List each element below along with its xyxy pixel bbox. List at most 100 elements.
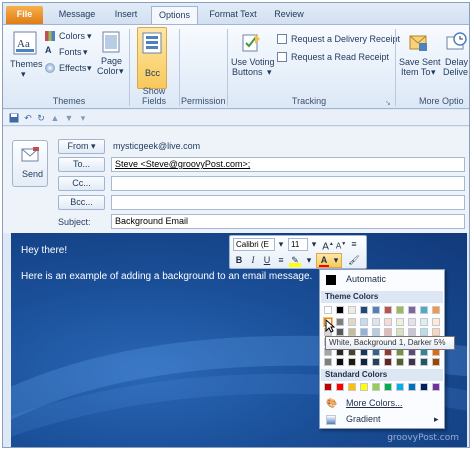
tab-file[interactable]: File xyxy=(6,6,43,24)
effects-button[interactable]: Effects ▾ xyxy=(45,61,95,75)
standard-color-swatch[interactable] xyxy=(372,383,380,391)
theme-shade-swatch[interactable] xyxy=(360,358,368,366)
theme-shade-swatch[interactable] xyxy=(372,328,380,336)
tab-insert[interactable]: Insert xyxy=(107,6,145,24)
standard-color-swatch[interactable] xyxy=(408,383,416,391)
page-color-button[interactable]: Page Color ▾ xyxy=(97,29,125,85)
theme-color-swatch[interactable] xyxy=(372,306,380,314)
dialog-launcher-icon[interactable]: ↘ xyxy=(385,99,391,107)
font-color-button[interactable]: A ▾ xyxy=(316,253,342,268)
standard-color-swatch[interactable] xyxy=(336,383,344,391)
theme-shade-swatch[interactable] xyxy=(384,358,392,366)
save-icon[interactable] xyxy=(9,113,19,123)
standard-color-swatch[interactable] xyxy=(360,383,368,391)
use-voting-buttons[interactable]: Use Voting Buttons ▾ xyxy=(229,29,275,89)
underline-icon[interactable]: U xyxy=(261,254,273,267)
theme-shade-swatch[interactable] xyxy=(348,318,356,326)
theme-shade-swatch[interactable] xyxy=(420,318,428,326)
theme-shade-swatch[interactable] xyxy=(432,358,440,366)
theme-shade-swatch[interactable] xyxy=(348,328,356,336)
theme-color-swatch[interactable] xyxy=(396,306,404,314)
bcc-field-button[interactable]: Bcc... xyxy=(58,195,105,210)
theme-shade-swatch[interactable] xyxy=(396,318,404,326)
theme-shade-swatch[interactable] xyxy=(384,318,392,326)
theme-color-swatch[interactable] xyxy=(408,306,416,314)
checkbox[interactable] xyxy=(277,34,287,44)
to-button[interactable]: To... xyxy=(58,157,105,172)
theme-shade-swatch[interactable] xyxy=(336,328,344,336)
theme-shade-swatch[interactable] xyxy=(324,358,332,366)
checkbox[interactable] xyxy=(277,52,287,62)
bcc-field[interactable] xyxy=(111,195,465,210)
format-painter-icon[interactable]: 🖌 xyxy=(348,254,360,267)
bold-icon[interactable]: B xyxy=(233,254,245,267)
theme-shade-swatch[interactable] xyxy=(336,318,344,326)
theme-shade-swatch[interactable] xyxy=(408,358,416,366)
customize-chevron-icon[interactable]: ▾ xyxy=(78,113,88,123)
grow-font-icon[interactable]: A▲ xyxy=(322,238,334,252)
highlight-icon[interactable]: ✎ xyxy=(289,254,301,267)
tab-options[interactable]: Options xyxy=(151,6,198,24)
up-arrow-icon[interactable]: ▲ xyxy=(50,113,60,123)
theme-color-swatch[interactable] xyxy=(420,306,428,314)
fonts-button[interactable]: A Fonts ▾ xyxy=(45,45,95,59)
theme-shade-swatch[interactable] xyxy=(372,318,380,326)
redo-icon[interactable]: ↻ xyxy=(36,113,46,123)
font-name-box[interactable]: Calibri (E xyxy=(233,238,275,251)
standard-color-swatch[interactable] xyxy=(384,383,392,391)
cc-button[interactable]: Cc... xyxy=(58,176,105,191)
read-receipt-checkbox[interactable]: Request a Read Receipt xyxy=(277,51,397,65)
theme-shade-swatch[interactable] xyxy=(396,328,404,336)
tab-format-text[interactable]: Format Text xyxy=(205,6,261,24)
more-colors-item[interactable]: 🎨 More Colors... xyxy=(322,396,443,411)
theme-shade-swatch[interactable] xyxy=(396,358,404,366)
italic-icon[interactable]: I xyxy=(247,254,259,267)
save-sent-item-button[interactable]: Save Sent Item To ▾ xyxy=(397,29,441,89)
theme-shade-swatch[interactable] xyxy=(408,328,416,336)
to-field[interactable]: Steve <Steve@groovyPost.com>; xyxy=(111,157,465,172)
chevron-down-icon[interactable]: ▾ xyxy=(275,238,287,251)
tab-message[interactable]: Message xyxy=(55,6,99,24)
colors-button[interactable]: Colors ▾ xyxy=(45,29,95,43)
theme-shade-swatch[interactable] xyxy=(360,318,368,326)
themes-button[interactable]: Aa Themes ▾ xyxy=(7,29,43,85)
automatic-color-item[interactable]: Automatic xyxy=(322,272,443,287)
theme-color-swatch[interactable] xyxy=(336,306,344,314)
standard-color-swatch[interactable] xyxy=(396,383,404,391)
theme-shade-swatch[interactable] xyxy=(420,328,428,336)
send-button[interactable]: Send xyxy=(12,140,48,187)
gradient-item[interactable]: Gradient ▸ xyxy=(322,412,443,427)
delivery-receipt-checkbox[interactable]: Request a Delivery Receipt xyxy=(277,33,400,47)
theme-shade-swatch[interactable] xyxy=(372,358,380,366)
standard-color-swatch[interactable] xyxy=(348,383,356,391)
theme-color-swatch[interactable] xyxy=(432,306,440,314)
chevron-down-icon[interactable]: ▾ xyxy=(308,238,320,251)
delay-delivery-button[interactable]: Delay Delive xyxy=(441,29,469,89)
theme-shade-swatch[interactable] xyxy=(348,358,356,366)
theme-shade-swatch[interactable] xyxy=(420,358,428,366)
align-center-icon[interactable]: ≡ xyxy=(275,254,287,267)
tab-review[interactable]: Review xyxy=(269,6,309,24)
theme-color-swatch[interactable] xyxy=(360,306,368,314)
theme-shade-swatch[interactable] xyxy=(408,318,416,326)
from-button[interactable]: From ▾ xyxy=(58,139,105,154)
standard-color-swatch[interactable] xyxy=(432,383,440,391)
theme-shade-swatch[interactable] xyxy=(360,328,368,336)
down-arrow-icon[interactable]: ▼ xyxy=(64,113,74,123)
indent-icon[interactable]: ≡ xyxy=(348,238,360,251)
bcc-button[interactable]: Bcc xyxy=(137,27,167,89)
theme-color-swatch[interactable] xyxy=(384,306,392,314)
theme-shade-swatch[interactable] xyxy=(336,358,344,366)
theme-color-swatch[interactable] xyxy=(348,306,356,314)
theme-color-swatch[interactable] xyxy=(324,306,332,314)
standard-color-swatch[interactable] xyxy=(324,383,332,391)
chevron-down-icon[interactable]: ▾ xyxy=(303,254,315,267)
undo-icon[interactable]: ↶ xyxy=(23,113,33,123)
subject-field[interactable]: Background Email xyxy=(111,214,465,229)
theme-shade-swatch[interactable] xyxy=(384,328,392,336)
font-size-box[interactable]: 11 xyxy=(288,238,308,251)
theme-shade-swatch[interactable] xyxy=(432,328,440,336)
to-recipient[interactable]: Steve <Steve@groovyPost.com>; xyxy=(115,159,250,169)
theme-shade-swatch[interactable] xyxy=(432,318,440,326)
shrink-font-icon[interactable]: A▼ xyxy=(335,238,347,251)
